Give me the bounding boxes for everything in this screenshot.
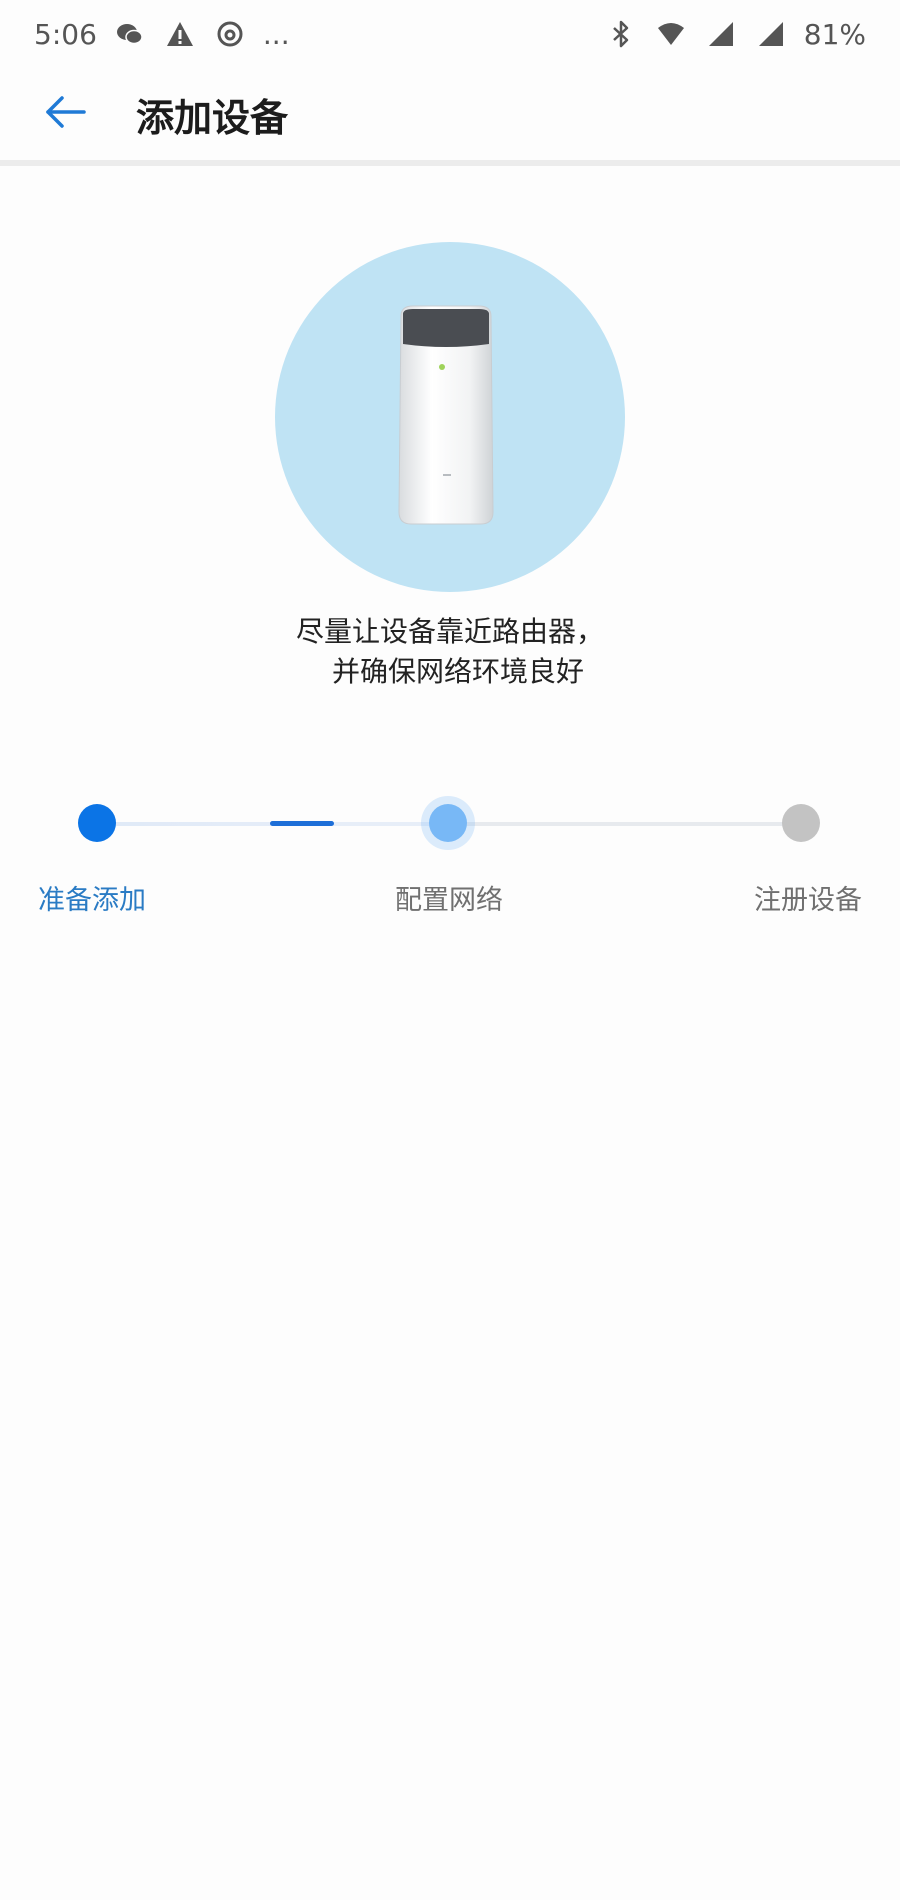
status-left: 5:06 ... — [34, 17, 290, 51]
back-button[interactable] — [0, 65, 130, 163]
air-purifier-icon — [398, 305, 494, 525]
netease-music-icon — [213, 17, 247, 51]
bluetooth-icon — [604, 17, 638, 51]
wifi-icon — [654, 17, 688, 51]
stepper-track-2 — [450, 822, 802, 826]
hint-line-1: 尽量让设备靠近路由器， — [295, 615, 604, 648]
stepper-progress-indicator — [270, 821, 334, 826]
progress-stepper: 准备添加 配置网络 注册设备 — [0, 790, 900, 916]
status-bar: 5:06 ... 81% — [0, 0, 900, 68]
battery-level: 81% — [803, 17, 866, 51]
warning-icon — [163, 17, 197, 51]
step-dot-register — [782, 804, 820, 842]
app-bar: 添加设备 — [0, 68, 900, 166]
status-more: ... — [262, 17, 290, 51]
status-time: 5:06 — [34, 17, 97, 51]
step-label-prepare: 准备添加 — [38, 885, 146, 916]
status-right: 81% — [604, 17, 866, 51]
arrow-left-icon — [42, 89, 88, 139]
device-illustration — [275, 242, 625, 592]
step-label-configure-network: 配置网络 — [395, 885, 503, 916]
step-dot-configure-network — [429, 804, 467, 842]
step-label-register: 注册设备 — [754, 885, 862, 916]
signal-icon — [754, 17, 788, 51]
page-title: 添加设备 — [136, 95, 289, 140]
hint-line-2: 并确保网络环境良好 — [331, 655, 584, 688]
step-dot-prepare — [78, 804, 116, 842]
wechat-icon — [113, 17, 147, 51]
hint-text: 尽量让设备靠近路由器， 并确保网络环境良好 — [0, 612, 900, 692]
signal-icon — [704, 17, 738, 51]
